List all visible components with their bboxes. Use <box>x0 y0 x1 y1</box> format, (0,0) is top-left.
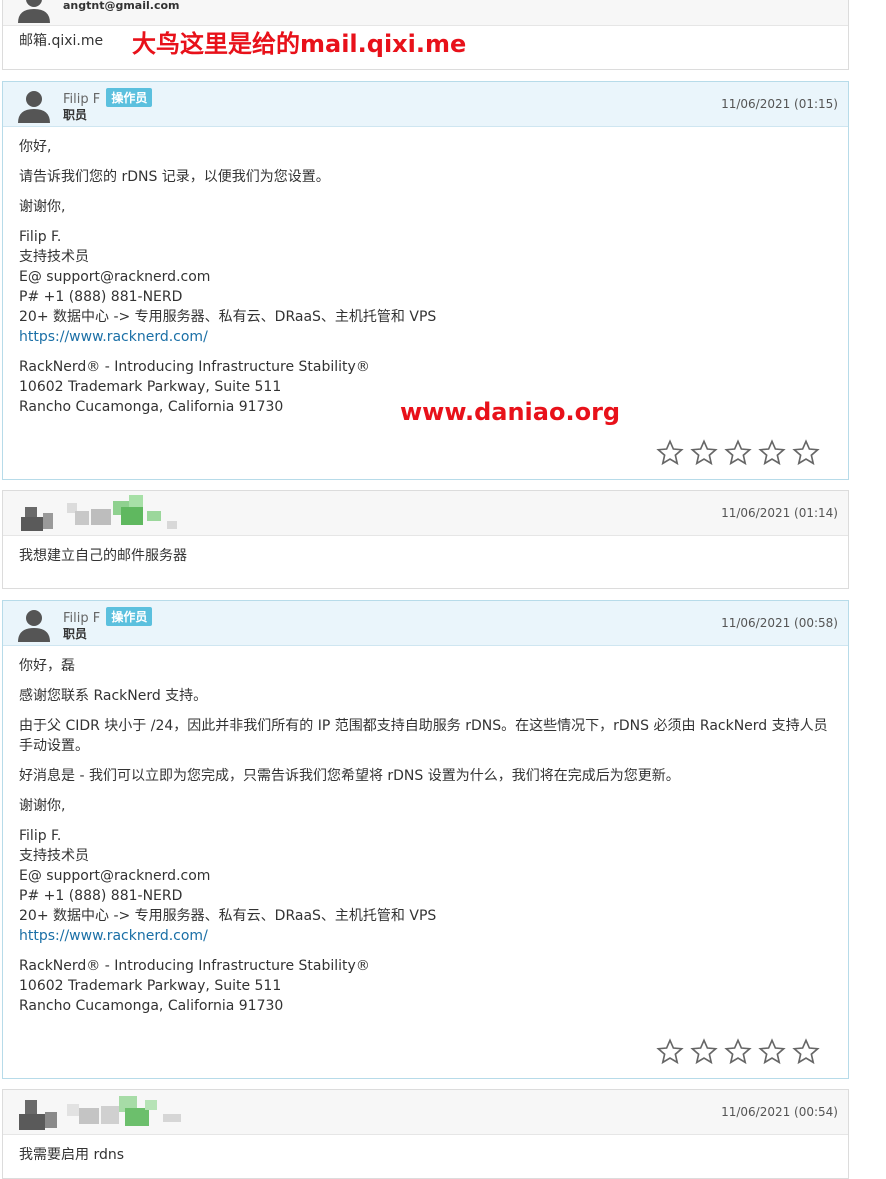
reply-author: Filip F 操作员 <box>63 88 153 107</box>
operator-badge: 操作员 <box>106 607 153 626</box>
reply-header: 11/06/2021 (01:14) <box>3 491 848 536</box>
watermark-top: 大鸟这里是给的mail.qixi.me <box>132 30 467 58</box>
message-paragraph: 请告诉我们您的 rDNS 记录，以便我们为您设置。 <box>19 169 330 185</box>
signature-line: 20+ 数据中心 -> 专用服务器、私有云、DRaaS、主机托管和 VPS <box>19 908 437 924</box>
reply-date: 11/06/2021 (00:54) <box>721 1105 838 1119</box>
reply-date: 11/06/2021 (00:58) <box>721 616 838 630</box>
address-line: RackNerd® - Introducing Infrastructure S… <box>19 359 370 375</box>
star-outline-icon[interactable] <box>656 1038 684 1066</box>
message-text: 我需要启用 rdns <box>19 1147 125 1163</box>
redacted-avatar-icon <box>21 495 177 531</box>
message-paragraph: 谢谢你, <box>19 798 66 814</box>
star-outline-icon[interactable] <box>758 1038 786 1066</box>
reply-card-client: 11/06/2021 (01:14) 我想建立自己的邮件服务器 <box>2 490 849 589</box>
address-line: Rancho Cucamonga, California 91730 <box>19 998 284 1014</box>
redacted-avatar-icon <box>19 1096 181 1130</box>
reply-body: 我需要启用 rdns <box>19 1145 832 1175</box>
reply-author: Filip F 操作员 <box>63 607 153 626</box>
star-outline-icon[interactable] <box>724 439 752 467</box>
signature-line: P# +1 (888) 881-NERD <box>19 289 183 305</box>
message-text: 我想建立自己的邮件服务器 <box>19 548 187 564</box>
reply-card-client: 11/06/2021 (00:54) 我需要启用 rdns <box>2 1089 849 1179</box>
reply-body: 你好, 请告诉我们您的 rDNS 记录，以便我们为您设置。 谢谢你, Filip… <box>19 137 832 427</box>
signature-line: E@ support@racknerd.com <box>19 868 211 884</box>
signature-line: E@ support@racknerd.com <box>19 269 211 285</box>
star-outline-icon[interactable] <box>758 439 786 467</box>
avatar-icon <box>18 610 50 642</box>
signature: Filip F. 支持技术员 E@ support@racknerd.com P… <box>19 826 832 946</box>
reply-card-staff: Filip F 操作员 职员 11/06/2021 (00:58) 你好，磊 感… <box>2 600 849 1079</box>
greeting: 你好，磊 <box>19 658 75 674</box>
greeting: 你好, <box>19 139 52 155</box>
message-paragraph: 感谢您联系 RackNerd 支持。 <box>19 688 208 704</box>
message-paragraph: 由于父 CIDR 块小于 /24，因此并非我们所有的 IP 范围都支持自助服务 … <box>19 718 828 754</box>
reply-header: Filip F 操作员 职员 11/06/2021 (01:15) <box>3 82 848 127</box>
watermark-mid: www.daniao.org <box>400 398 621 426</box>
author-role: 职员 <box>63 108 88 122</box>
star-outline-icon[interactable] <box>792 439 820 467</box>
website-link[interactable]: https://www.racknerd.com/ <box>19 329 208 345</box>
signature-line: 支持技术员 <box>19 848 89 864</box>
star-outline-icon[interactable] <box>656 439 684 467</box>
rating-stars <box>656 1038 820 1066</box>
star-outline-icon[interactable] <box>792 1038 820 1066</box>
author-role: 职员 <box>63 627 88 641</box>
star-outline-icon[interactable] <box>690 1038 718 1066</box>
signature-line: Filip F. <box>19 828 62 844</box>
reply-author-email: angtnt@gmail.com <box>63 0 180 12</box>
reply-header: angtnt@gmail.com <box>3 0 848 26</box>
signature-line: 20+ 数据中心 -> 专用服务器、私有云、DRaaS、主机托管和 VPS <box>19 309 437 325</box>
author-name: Filip F <box>63 92 101 107</box>
address-line: RackNerd® - Introducing Infrastructure S… <box>19 958 370 974</box>
reply-date: 11/06/2021 (01:14) <box>721 506 838 520</box>
star-outline-icon[interactable] <box>724 1038 752 1066</box>
rating-stars <box>656 439 820 467</box>
signature-line: 支持技术员 <box>19 249 89 265</box>
operator-badge: 操作员 <box>106 88 153 107</box>
reply-body: 我想建立自己的邮件服务器 <box>19 546 832 576</box>
author-name: Filip F <box>63 611 101 626</box>
message-paragraph: 谢谢你, <box>19 199 66 215</box>
website-link[interactable]: https://www.racknerd.com/ <box>19 928 208 944</box>
company-address: RackNerd® - Introducing Infrastructure S… <box>19 956 832 1016</box>
avatar-icon <box>18 91 50 123</box>
reply-header: Filip F 操作员 职员 11/06/2021 (00:58) <box>3 601 848 646</box>
reply-date: 11/06/2021 (01:15) <box>721 97 838 111</box>
star-outline-icon[interactable] <box>690 439 718 467</box>
reply-body: 你好，磊 感谢您联系 RackNerd 支持。 由于父 CIDR 块小于 /24… <box>19 656 832 1026</box>
signature-line: P# +1 (888) 881-NERD <box>19 888 183 904</box>
address-line: 10602 Trademark Parkway, Suite 511 <box>19 379 282 395</box>
reply-header: 11/06/2021 (00:54) <box>3 1090 848 1135</box>
address-line: 10602 Trademark Parkway, Suite 511 <box>19 978 282 994</box>
message-paragraph: 好消息是 - 我们可以立即为您完成，只需告诉我们您希望将 rDNS 设置为什么，… <box>19 768 680 784</box>
signature: Filip F. 支持技术员 E@ support@racknerd.com P… <box>19 227 832 347</box>
signature-line: Filip F. <box>19 229 62 245</box>
avatar-icon <box>18 0 50 23</box>
